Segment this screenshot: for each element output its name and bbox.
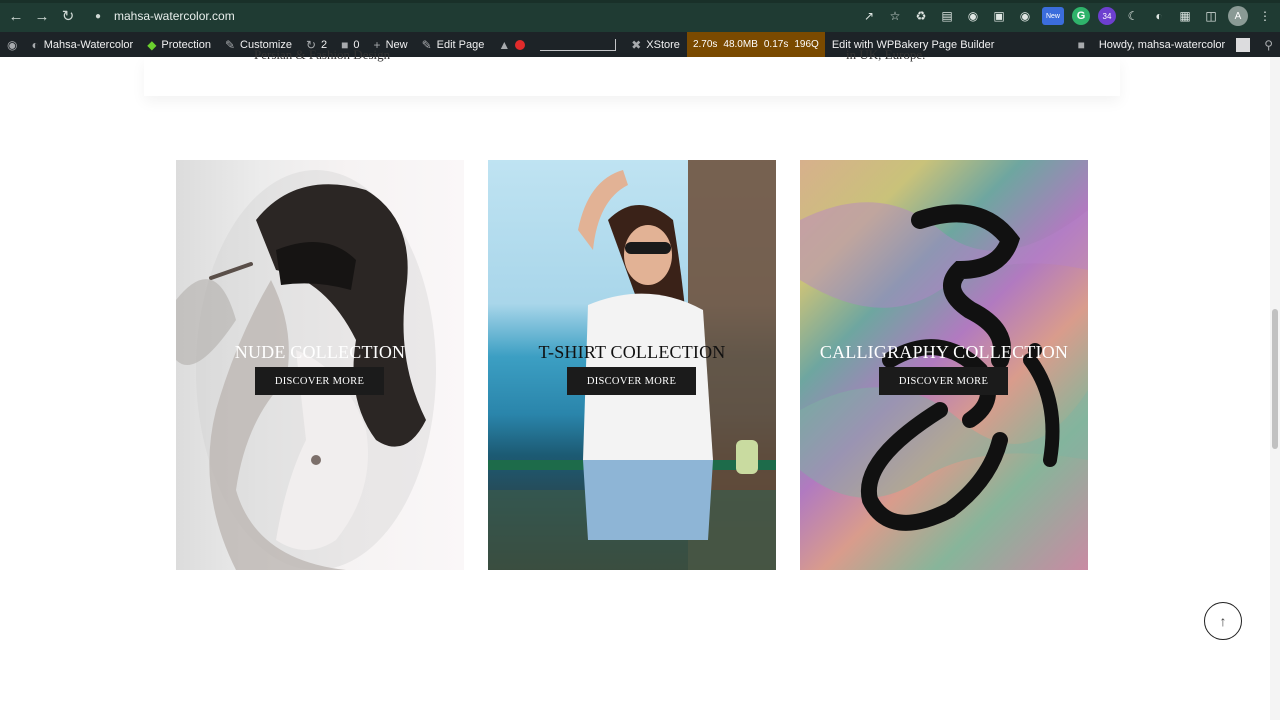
pencil-icon: ✎ — [421, 37, 432, 52]
collection-title: T-SHIRT COLLECTION — [538, 342, 726, 362]
reload-icon[interactable]: ↻ — [56, 4, 80, 28]
previous-section-right-text: in UK, Europe. — [846, 47, 926, 62]
globe-icon[interactable]: ◉ — [964, 7, 982, 25]
profile-avatar[interactable]: A — [1228, 6, 1248, 26]
wp-admin-bar: ◉ ◐ Mahsa-Watercolor ◆ Protection ✎ Customi… — [0, 32, 1280, 57]
previous-section-left-text: Persian & Fashion Design — [254, 47, 391, 62]
edit-page-item[interactable]: ✎ Edit Page — [415, 32, 492, 57]
chrome-color-icon[interactable]: ◐ — [1150, 7, 1168, 25]
camera-icon[interactable]: ◉ — [1016, 7, 1034, 25]
discover-more-button[interactable]: DISCOVER MORE — [567, 367, 696, 395]
document-icon[interactable]: ▤ — [938, 7, 956, 25]
discover-more-button[interactable]: DISCOVER MORE — [255, 367, 384, 395]
dashboard-icon: ◐ — [31, 37, 39, 52]
new-badge-icon[interactable]: New — [1042, 7, 1064, 25]
puzzle-icon[interactable]: ▦ — [1176, 7, 1194, 25]
perf-queries: 196Q — [794, 39, 819, 50]
collection-title: CALLIGRAPHY COLLECTION — [819, 342, 1069, 362]
star-icon[interactable]: ☆ — [886, 7, 904, 25]
forward-icon[interactable]: → — [30, 4, 54, 28]
query-monitor-item[interactable]: 2.70s 48.0MB 0.17s 196Q — [686, 32, 825, 57]
page-scrollbar[interactable] — [1270, 57, 1280, 720]
notification-icon: ■ — [1077, 37, 1085, 52]
perf-query-time: 0.17s — [763, 39, 789, 50]
perf-memory: 48.0MB — [723, 39, 758, 50]
wp-logo-item[interactable]: ◉ — [0, 32, 24, 57]
notifications-item[interactable]: ■ — [1071, 32, 1092, 57]
share-icon[interactable]: ↗ — [860, 7, 878, 25]
nude-artwork-image — [176, 170, 436, 570]
calligraphy-artwork-image — [800, 202, 1088, 531]
collection-card-calligraphy[interactable]: CALLIGRAPHY COLLECTION DISCOVER MORE — [800, 160, 1088, 570]
scrollbar-thumb[interactable] — [1272, 309, 1278, 449]
address-bar-url: mahsa-watercolor.com — [114, 9, 235, 23]
user-avatar — [1236, 37, 1251, 52]
recycle-icon[interactable]: ♻ — [912, 7, 930, 25]
admin-search-item[interactable]: ⚲ — [1257, 32, 1280, 57]
page-content: Persian & Fashion Design in UK, Europe. … — [0, 47, 1270, 720]
seo-status-dot-icon — [515, 39, 526, 50]
collection-title: NUDE COLLECTION — [234, 342, 406, 362]
site-name-item[interactable]: ◐ Mahsa-Watercolor — [24, 32, 140, 57]
address-bar[interactable]: ● mahsa-watercolor.com — [92, 4, 892, 28]
my-account-item[interactable]: Howdy, mahsa-watercolor — [1092, 32, 1257, 57]
side-panel-icon[interactable]: ◫ — [1202, 7, 1220, 25]
arrow-up-icon: ↑ — [1219, 613, 1227, 629]
grammarly-icon[interactable]: G — [1072, 7, 1090, 25]
protection-item[interactable]: ◆ Protection — [140, 32, 218, 57]
new-badge-label: New — [1045, 12, 1060, 20]
translate-icon[interactable]: ▣ — [990, 7, 1008, 25]
perf-time: 2.70s — [692, 39, 718, 50]
profile-initial: A — [1234, 10, 1242, 22]
collection-card-tshirt[interactable]: T-SHIRT COLLECTION DISCOVER MORE — [488, 160, 776, 570]
seo-plugin-icon: ▲ — [498, 37, 511, 52]
admin-bar-right: ■ Howdy, mahsa-watercolor ⚲ — [1071, 32, 1280, 57]
tshirt-artwork-image — [488, 160, 776, 570]
extension-icons: ↗ ☆ ♻ ▤ ◉ ▣ ◉ New G 34 ☾ ◐ ▦ ◫ A ⋮ — [860, 4, 1274, 28]
wordpress-icon: ◉ — [7, 37, 18, 52]
discover-more-button[interactable]: DISCOVER MORE — [879, 367, 1008, 395]
collection-card-nude[interactable]: NUDE COLLECTION DISCOVER MORE — [176, 160, 464, 570]
shield-icon: ◆ — [147, 37, 157, 52]
admin-bar-separator — [540, 38, 617, 51]
lock-icon: ● — [94, 10, 102, 22]
grammarly-label: G — [1076, 10, 1086, 22]
browser-toolbar: ← → ↻ ● mahsa-watercolor.com ↗ ☆ ♻ ▤ ◉ ▣… — [0, 0, 1280, 32]
menu-dots-icon[interactable]: ⋮ — [1256, 7, 1274, 25]
howdy-label: Howdy, mahsa-watercolor — [1098, 38, 1226, 51]
xstore-icon: ✖ — [631, 37, 642, 52]
counter-extension-label: 34 — [1102, 11, 1112, 21]
site-name: Mahsa-Watercolor — [43, 38, 134, 51]
back-icon[interactable]: ← — [4, 4, 28, 28]
counter-extension-icon[interactable]: 34 — [1098, 7, 1116, 25]
xstore-item[interactable]: ✖ XStore — [624, 32, 687, 57]
xstore-label: XStore — [646, 38, 680, 51]
search-icon: ⚲ — [1264, 37, 1273, 52]
brush-icon: ✎ — [224, 37, 236, 52]
moon-icon[interactable]: ☾ — [1124, 7, 1142, 25]
browser-top-line — [0, 0, 1280, 3]
previous-section-card: Persian & Fashion Design in UK, Europe. — [144, 47, 1120, 96]
browser-nav-buttons: ← → ↻ — [4, 4, 80, 28]
back-to-top-button[interactable]: ↑ — [1204, 602, 1242, 640]
edit-page-label: Edit Page — [436, 38, 485, 51]
seo-item[interactable]: ▲ — [491, 32, 532, 57]
protection-label: Protection — [161, 38, 211, 51]
